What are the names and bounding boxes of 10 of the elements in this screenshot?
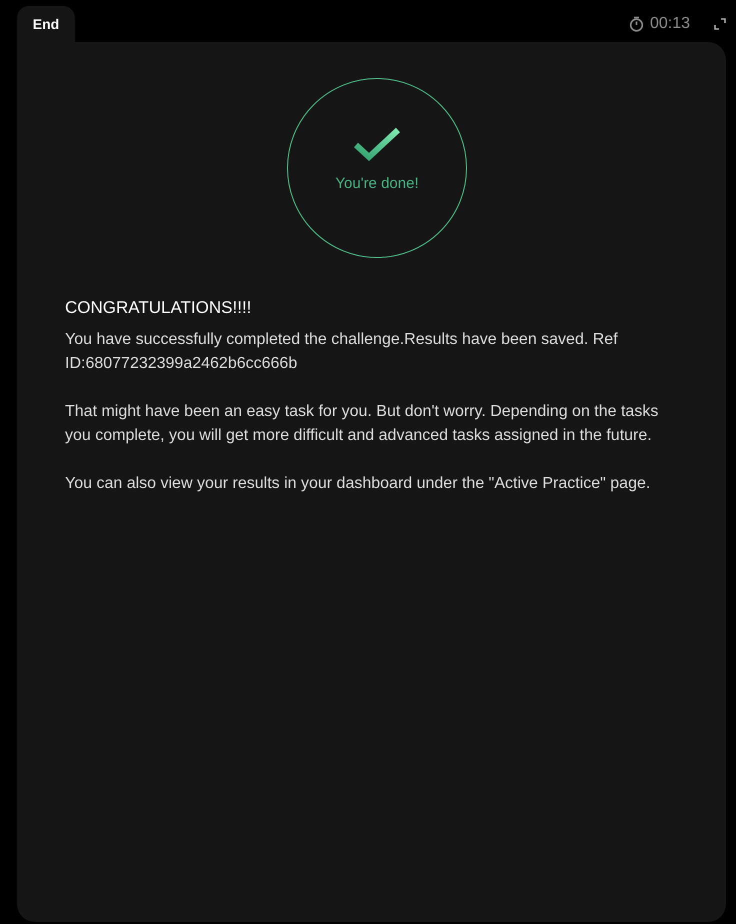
done-label: You're done! [335,175,419,192]
heading: CONGRATULATIONS!!!! [65,298,252,318]
paragraph: You have successfully completed the challenge.Results have been saved. Ref ID:68077232399a2462b6cc666b [65,330,619,374]
checkmark-icon [353,127,401,163]
end-tab[interactable]: End [17,6,75,42]
paragraph: You can also view your results in your dashboard under the "Active Practice" page. [65,474,652,494]
stopwatch-icon [628,16,644,32]
paragraph: That might have been an easy task for you. But don't worry. Depending on the tasks you complete, you will get more difficult and advanced tasks assigned in the future. [65,402,660,446]
timer: 00:13 [650,15,690,33]
fullscreen-icon[interactable] [714,18,726,30]
